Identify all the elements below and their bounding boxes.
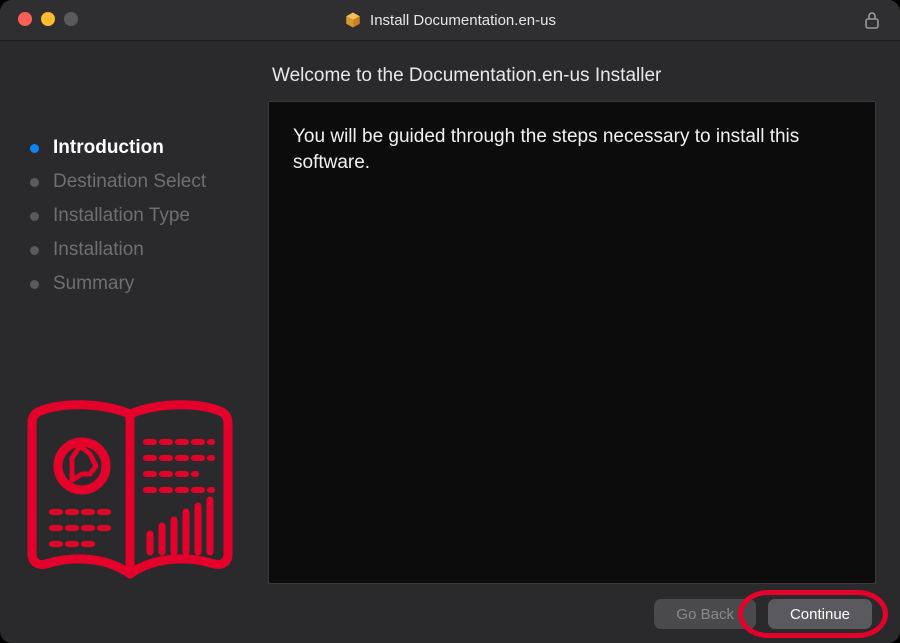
window-title-text: Install Documentation.en-us	[370, 12, 556, 29]
step-label: Installation	[53, 239, 144, 261]
window-title: Install Documentation.en-us	[344, 11, 556, 29]
step-installation-type: Installation Type	[30, 199, 250, 233]
step-label: Installation Type	[53, 205, 190, 227]
book-illustration-icon	[20, 394, 240, 594]
sidebar: Introduction Destination Select Installa…	[0, 41, 260, 584]
content-box: You will be guided through the steps nec…	[268, 101, 876, 584]
step-destination-select: Destination Select	[30, 165, 250, 199]
footer: Go Back Continue	[0, 584, 900, 643]
close-window-button[interactable]	[18, 12, 32, 26]
continue-button[interactable]: Continue	[768, 599, 872, 629]
step-label: Destination Select	[53, 171, 206, 193]
main-heading: Welcome to the Documentation.en-us Insta…	[272, 65, 876, 87]
step-installation: Installation	[30, 233, 250, 267]
step-label: Introduction	[53, 137, 164, 159]
step-bullet-icon	[30, 144, 39, 153]
main-panel: Welcome to the Documentation.en-us Insta…	[260, 41, 900, 584]
step-bullet-icon	[30, 280, 39, 289]
step-introduction: Introduction	[30, 131, 250, 165]
zoom-window-button	[64, 12, 78, 26]
go-back-button: Go Back	[654, 599, 756, 629]
package-icon	[344, 11, 362, 29]
minimize-window-button[interactable]	[41, 12, 55, 26]
window-controls	[18, 12, 78, 26]
step-summary: Summary	[30, 267, 250, 301]
intro-text: You will be guided through the steps nec…	[293, 126, 799, 173]
step-bullet-icon	[30, 178, 39, 187]
step-label: Summary	[53, 273, 134, 295]
lock-icon[interactable]	[864, 11, 880, 29]
titlebar: Install Documentation.en-us	[0, 0, 900, 41]
body: Introduction Destination Select Installa…	[0, 41, 900, 584]
step-bullet-icon	[30, 212, 39, 221]
step-bullet-icon	[30, 246, 39, 255]
step-list: Introduction Destination Select Installa…	[30, 131, 250, 301]
installer-window: Install Documentation.en-us Introduction…	[0, 0, 900, 643]
